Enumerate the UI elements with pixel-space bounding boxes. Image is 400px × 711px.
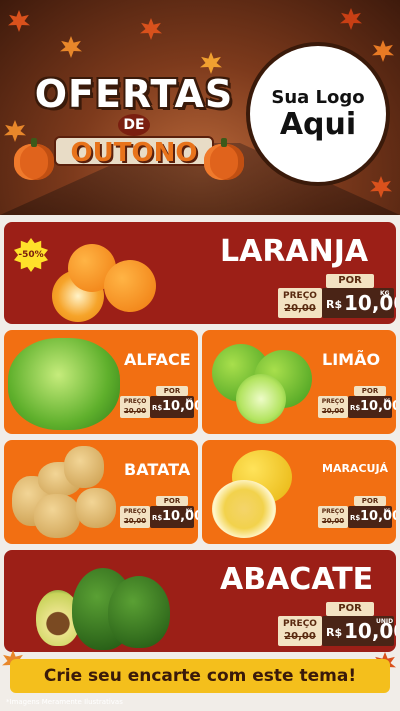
old-price: 20,00 <box>321 407 345 415</box>
product-card-batata[interactable]: BATATA POR PREÇO 20,00 R$ 10,00 KG <box>4 440 198 544</box>
preco-label: PREÇO <box>321 398 345 405</box>
currency: R$ <box>326 298 343 311</box>
price-value: 10,00 <box>162 509 198 524</box>
por-label: POR <box>326 274 374 288</box>
product-card-abacate[interactable]: ABACATE POR PREÇO 20,00 R$ 10,00 UNID <box>4 550 396 652</box>
preco-label: PREÇO <box>123 508 147 515</box>
title-outono: OUTONO <box>54 136 214 168</box>
old-price-box: PREÇO 20,00 <box>278 616 322 646</box>
old-price: 20,00 <box>123 517 147 525</box>
orange-icon <box>104 260 156 312</box>
new-price-box: R$ 10,00 KG <box>150 506 198 528</box>
maple-leaf-icon <box>370 176 392 198</box>
product-name: ALFACE <box>124 350 191 369</box>
maple-leaf-icon <box>372 40 394 62</box>
product-card-alface[interactable]: ALFACE POR PREÇO 20,00 R$ 10,00 KG <box>4 330 198 434</box>
product-name: ABACATE <box>220 562 374 597</box>
logo-placeholder[interactable]: Sua Logo Aqui <box>250 46 386 182</box>
price-value: 10,00 <box>360 509 396 524</box>
por-label: POR <box>354 386 386 396</box>
currency: R$ <box>326 626 343 639</box>
new-price-box: R$ 10,00 KG <box>348 506 396 528</box>
new-price-box: R$ 10,00 UNID <box>322 616 396 646</box>
new-price-box: R$ 10,00 KG <box>348 396 396 418</box>
maple-leaf-icon <box>60 36 82 58</box>
lime-icon <box>236 374 286 424</box>
old-price-box: PREÇO 20,00 <box>318 506 348 528</box>
avocado-icon <box>108 576 170 648</box>
price-unit: KG <box>384 508 391 513</box>
por-label: POR <box>156 496 188 506</box>
old-price: 20,00 <box>284 303 316 314</box>
old-price-box: PREÇO 20,00 <box>120 396 150 418</box>
preco-label: PREÇO <box>123 398 147 405</box>
price-unit: UNID <box>376 618 394 625</box>
potato-icon <box>64 446 104 488</box>
new-price-box: R$ 10,00 KG <box>322 288 396 318</box>
price-value: 10,00 <box>162 399 198 414</box>
currency: R$ <box>152 514 163 522</box>
product-name: MARACUJÁ <box>322 462 389 475</box>
discount-burst-icon: -50% <box>14 238 48 272</box>
currency: R$ <box>350 404 361 412</box>
maple-leaf-icon <box>8 10 30 32</box>
old-price-box: PREÇO 20,00 <box>120 506 150 528</box>
maple-leaf-icon <box>340 8 362 30</box>
pumpkin-icon <box>14 138 54 180</box>
potato-icon <box>76 488 116 528</box>
passion-fruit-icon <box>212 480 276 538</box>
product-name: LARANJA <box>220 234 369 269</box>
logo-line1: Sua Logo <box>271 86 365 108</box>
product-card-maracuja[interactable]: MARACUJÁ POR PREÇO 20,00 R$ 10,00 KG <box>202 440 396 544</box>
footnote: *Imagens Meramente Ilustrativas <box>6 698 123 706</box>
por-label: POR <box>156 386 188 396</box>
title-ofertas: OFERTAS <box>34 72 234 116</box>
price-unit: KG <box>384 398 391 403</box>
preco-label: PREÇO <box>283 291 317 301</box>
pumpkin-icon <box>204 138 244 180</box>
price-unit: KG <box>380 290 390 297</box>
old-price-box: PREÇO 20,00 <box>278 288 322 318</box>
cta-banner[interactable]: Crie seu encarte com este tema! <box>10 659 390 693</box>
logo-line2: Aqui <box>279 106 357 142</box>
potato-icon <box>34 494 80 538</box>
product-card-limao[interactable]: LIMÃO POR PREÇO 20,00 R$ 10,00 KG <box>202 330 396 434</box>
old-price-box: PREÇO 20,00 <box>318 396 348 418</box>
old-price: 20,00 <box>284 631 316 642</box>
price-unit: KG <box>186 508 193 513</box>
maple-leaf-icon <box>140 18 162 40</box>
product-name: BATATA <box>124 460 191 479</box>
preco-label: PREÇO <box>283 619 317 629</box>
title-de: DE <box>118 114 150 136</box>
por-label: POR <box>326 602 374 616</box>
maple-leaf-icon <box>4 120 26 142</box>
price-value: 10,00 <box>360 399 396 414</box>
currency: R$ <box>350 514 361 522</box>
product-name: LIMÃO <box>322 350 381 369</box>
currency: R$ <box>152 404 163 412</box>
old-price: 20,00 <box>321 517 345 525</box>
por-label: POR <box>354 496 386 506</box>
product-card-laranja[interactable]: -50% LARANJA POR PREÇO 20,00 R$ 10,00 KG <box>4 222 396 324</box>
header-banner: OFERTAS DE OUTONO Sua Logo Aqui <box>0 0 400 215</box>
preco-label: PREÇO <box>321 508 345 515</box>
price-unit: KG <box>186 398 193 403</box>
old-price: 20,00 <box>123 407 147 415</box>
lettuce-icon <box>8 338 120 430</box>
new-price-box: R$ 10,00 KG <box>150 396 198 418</box>
